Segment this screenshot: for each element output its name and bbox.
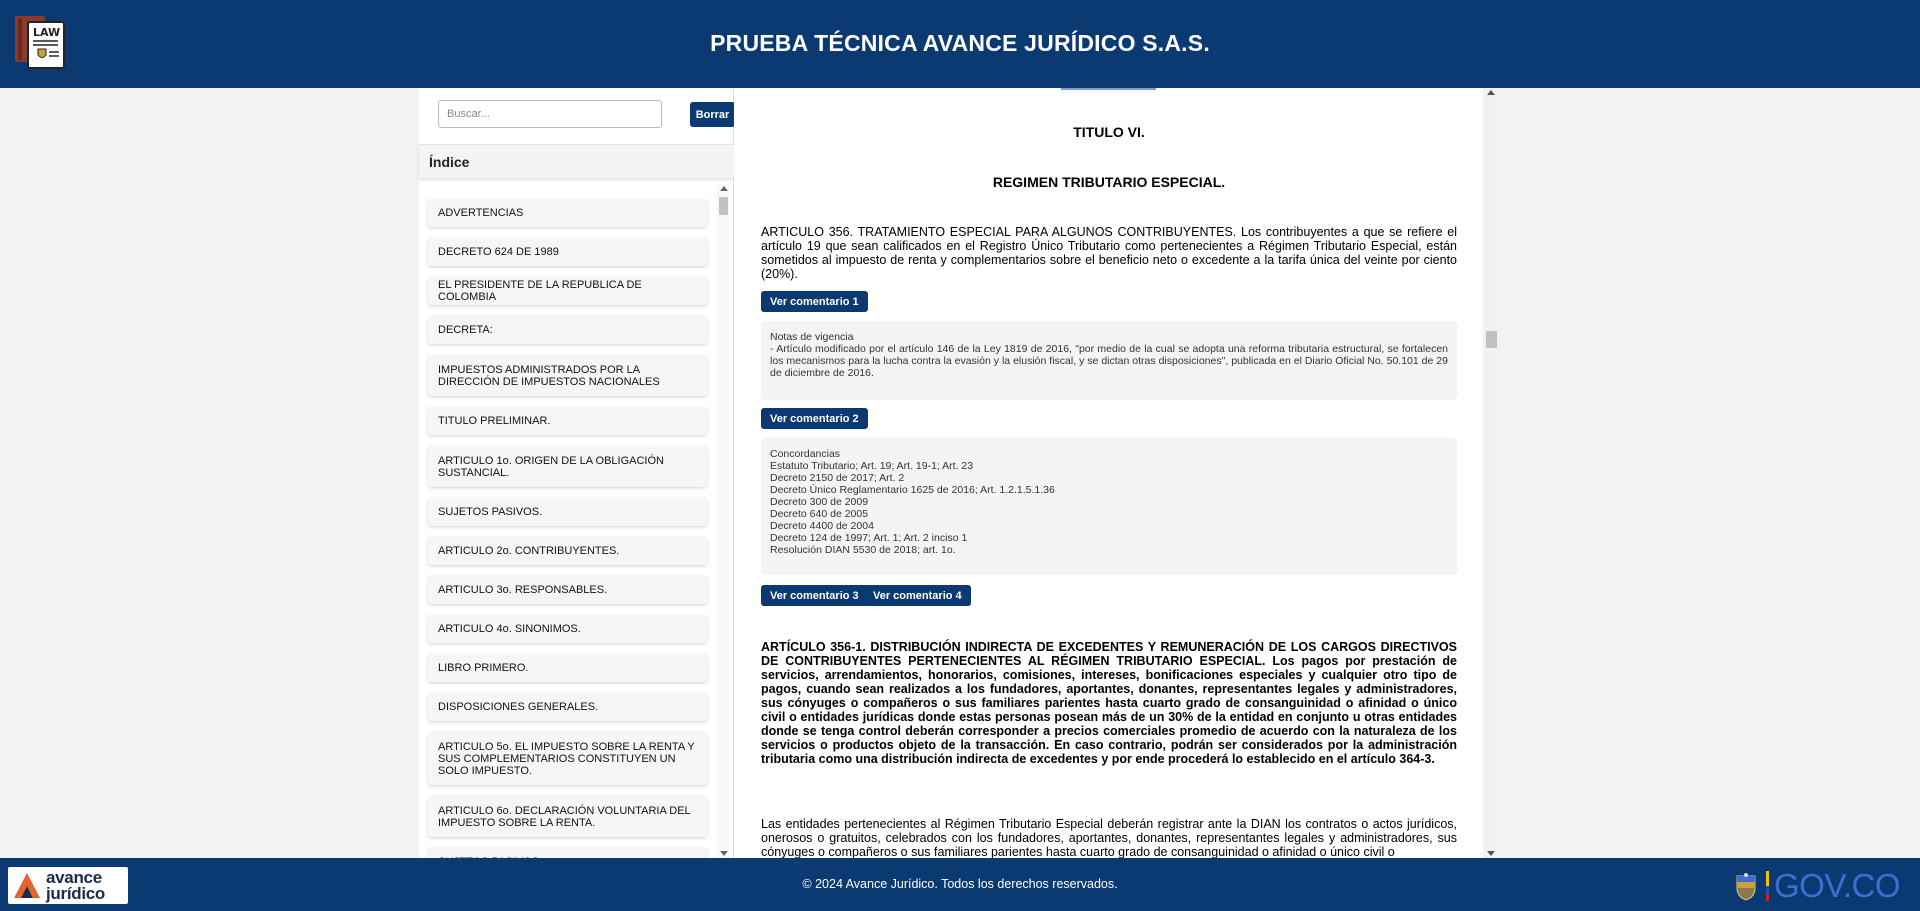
index-item[interactable]: IMPUESTOS ADMINISTRADOS POR LA DIRECCIÓN… bbox=[428, 355, 707, 396]
notes-box: Notas de vigencia - Artículo modificado … bbox=[761, 321, 1457, 400]
section-subtitle: REGIMEN TRIBUTARIO ESPECIAL. bbox=[992, 174, 1226, 190]
index-header: Índice bbox=[419, 144, 734, 178]
concordancia-item: Decreto 4400 de 2004 bbox=[770, 520, 874, 532]
article-356-text: ARTICULO 356. TRATAMIENTO ESPECIAL PARA … bbox=[761, 225, 1457, 281]
view-comment-4-button[interactable]: Ver comentario 4 bbox=[864, 585, 971, 606]
app-header: LAW PRUEBA TÉCNICA AVANCE JURÍDICO S.A.S… bbox=[0, 0, 1920, 88]
index-item[interactable]: TITULO PRELIMINAR. bbox=[428, 407, 707, 435]
index-item[interactable]: ARTICULO 4o. SINONIMOS. bbox=[428, 615, 707, 643]
gov-co-text: GOV.CO bbox=[1774, 867, 1901, 904]
index-item[interactable]: DECRETA: bbox=[428, 316, 707, 344]
scrollbar-thumb[interactable] bbox=[719, 197, 728, 215]
notes-text: - Artículo modificado por el artículo 14… bbox=[770, 343, 1448, 379]
index-item[interactable]: ARTICULO 3o. RESPONSABLES. bbox=[428, 576, 707, 604]
index-item[interactable]: SUJETOS PASIVOS. bbox=[428, 498, 707, 526]
index-item[interactable]: ARTICULO 6o. DECLARACIÓN VOLUNTARIA DEL … bbox=[428, 796, 707, 837]
scroll-up-arrow-icon[interactable] bbox=[1487, 90, 1495, 95]
index-item[interactable]: ARTICULO 1o. ORIGEN DE LA OBLIGACIÓN SUS… bbox=[428, 446, 707, 487]
scroll-down-arrow-icon[interactable] bbox=[1487, 851, 1495, 856]
notes-title: Notas de vigencia bbox=[770, 331, 854, 343]
page-title: PRUEBA TÉCNICA AVANCE JURÍDICO S.A.S. bbox=[710, 30, 1210, 56]
index-item[interactable]: DECRETO 624 DE 1989 bbox=[428, 238, 707, 266]
document-content: TITULO VI. REGIMEN TRIBUTARIO ESPECIAL. … bbox=[734, 88, 1483, 858]
index-item[interactable]: EL PRESIDENTE DE LA REPUBLICA DE COLOMBI… bbox=[428, 277, 707, 305]
colombia-flag-bar-icon bbox=[1766, 871, 1769, 901]
concordancias-box: Concordancias Estatuto Tributario; Art. … bbox=[761, 438, 1457, 575]
article-356-1-paragraph-2: Las entidades pertenecientes al Régimen … bbox=[761, 817, 1457, 858]
section-title: TITULO VI. bbox=[1073, 124, 1145, 140]
article-356-1-text: ARTÍCULO 356-1. DISTRIBUCIÓN INDIRECTA D… bbox=[761, 640, 1457, 766]
clear-button[interactable]: Borrar bbox=[690, 102, 735, 127]
divider bbox=[1061, 88, 1156, 90]
concordancia-item: Decreto Único Reglamentario 1625 de 2016… bbox=[770, 484, 1055, 496]
concordancias-title: Concordancias bbox=[770, 448, 841, 460]
scrollbar-thumb[interactable] bbox=[1486, 331, 1497, 348]
concordancia-item: Decreto 2150 de 2017; Art. 2 bbox=[770, 472, 905, 484]
view-comment-3-button[interactable]: Ver comentario 3 bbox=[761, 585, 868, 606]
app-footer: avance jurídico © 2024 Avance Jurídico. … bbox=[0, 858, 1920, 911]
index-item[interactable]: SUJETOS PASIVOS. bbox=[428, 848, 707, 858]
view-comment-1-button[interactable]: Ver comentario 1 bbox=[761, 291, 868, 312]
index-item[interactable]: DISPOSICIONES GENERALES. bbox=[428, 693, 707, 721]
index-item[interactable]: ADVERTENCIAS bbox=[428, 199, 707, 227]
colombia-shield-icon bbox=[1736, 873, 1756, 901]
concordancia-item: Resolución DIAN 5530 de 2018; art. 1o. bbox=[770, 544, 956, 556]
index-list: ADVERTENCIAS DECRETO 624 DE 1989 EL PRES… bbox=[419, 184, 734, 858]
concordancia-item: Estatuto Tributario; Art. 19; Art. 19-1;… bbox=[770, 460, 974, 472]
sidebar: Borrar Índice ADVERTENCIAS DECRETO 624 D… bbox=[419, 88, 735, 858]
scroll-up-arrow-icon[interactable] bbox=[720, 186, 728, 191]
copyright-text: © 2024 Avance Jurídico. Todos los derech… bbox=[802, 877, 1118, 891]
index-item[interactable]: ARTICULO 5o. EL IMPUESTO SOBRE LA RENTA … bbox=[428, 732, 707, 785]
sidebar-scrollbar[interactable] bbox=[717, 184, 730, 858]
concordancia-item: Decreto 300 de 2009 bbox=[770, 496, 869, 508]
gov-co-logo[interactable]: GOV.CO bbox=[1730, 868, 1913, 903]
concordancia-item: Decreto 124 de 1997; Art. 1; Art. 2 inci… bbox=[770, 532, 968, 544]
index-title: Índice bbox=[429, 154, 470, 170]
scroll-down-arrow-icon[interactable] bbox=[720, 851, 728, 856]
index-item[interactable]: ARTICULO 2o. CONTRIBUYENTES. bbox=[428, 537, 707, 565]
content-scrollbar[interactable] bbox=[1483, 88, 1500, 858]
concordancia-item: Decreto 640 de 2005 bbox=[770, 508, 869, 520]
view-comment-2-button[interactable]: Ver comentario 2 bbox=[761, 408, 868, 429]
search-input[interactable] bbox=[438, 100, 662, 128]
index-item[interactable]: LIBRO PRIMERO. bbox=[428, 654, 707, 682]
